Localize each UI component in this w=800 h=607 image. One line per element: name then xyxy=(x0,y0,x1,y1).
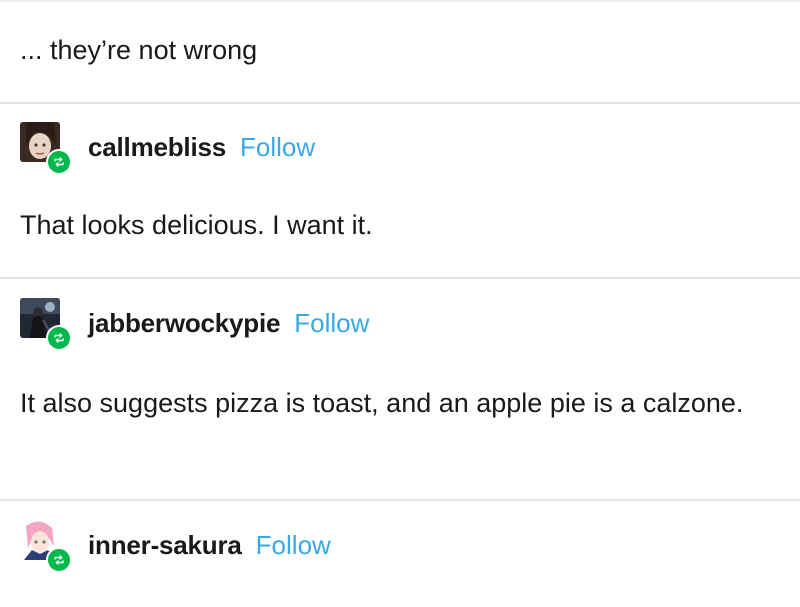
avatar-container xyxy=(20,520,72,573)
username[interactable]: jabberwockypie xyxy=(88,308,280,339)
top-divider xyxy=(0,0,800,2)
reblog-icon xyxy=(46,547,72,573)
reblog-header-jabberwockypie: jabberwockypie Follow xyxy=(20,298,369,351)
avatar-container xyxy=(20,298,72,351)
reblog-icon xyxy=(46,149,72,175)
reblog-text: That looks delicious. I want it. xyxy=(20,210,373,240)
avatar-container xyxy=(20,122,72,175)
reblog-icon xyxy=(46,325,72,351)
username[interactable]: inner-sakura xyxy=(88,530,242,561)
follow-button[interactable]: Follow xyxy=(240,132,315,163)
divider xyxy=(0,102,800,104)
divider xyxy=(0,277,800,279)
follow-button[interactable]: Follow xyxy=(256,530,331,561)
follow-button[interactable]: Follow xyxy=(294,308,369,339)
post-text-intro: ... they’re not wrong xyxy=(20,35,258,65)
reblog-text: It also suggests pizza is toast, and an … xyxy=(20,388,744,418)
username[interactable]: callmebliss xyxy=(88,132,226,163)
reblog-header-callmebliss: callmebliss Follow xyxy=(20,122,315,175)
divider xyxy=(0,499,800,501)
reblog-header-inner-sakura: inner-sakura Follow xyxy=(20,520,331,573)
